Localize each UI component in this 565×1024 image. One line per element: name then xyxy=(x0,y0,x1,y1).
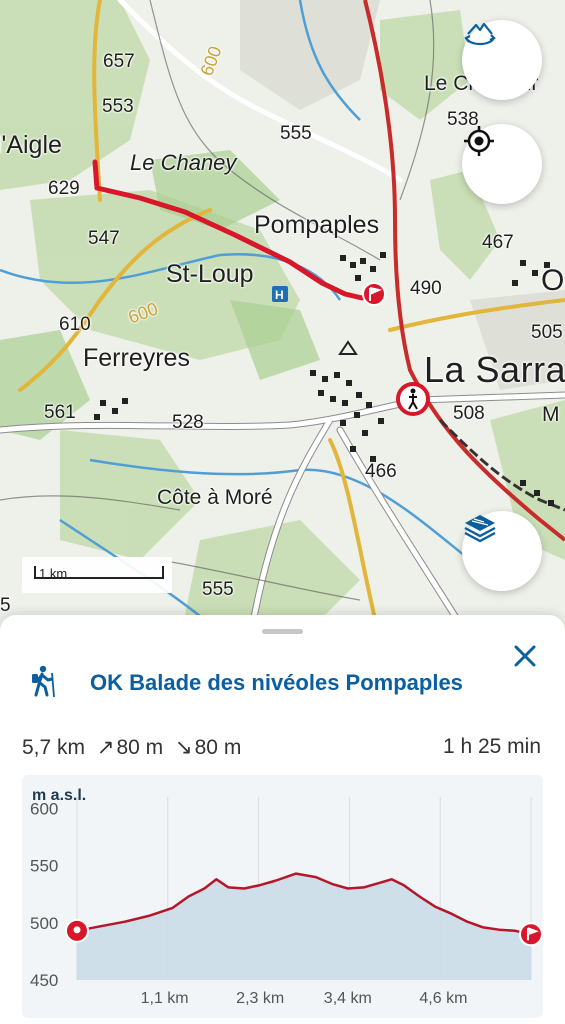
map-label-altitude: 490 xyxy=(410,278,442,299)
ascent-arrow-icon: ↗ xyxy=(96,736,115,759)
map-layers-button[interactable] xyxy=(462,511,542,591)
rotate-3d-button[interactable] xyxy=(462,20,542,100)
map-label-altitude: 5 xyxy=(0,595,11,616)
chart-y-axis-label: m a.s.l. xyxy=(32,787,87,804)
map-label-altitude: 508 xyxy=(453,403,485,424)
layers-icon xyxy=(464,515,496,543)
route-title: OK Balade des nivéoles Pompaples xyxy=(90,670,463,695)
map-scale-bar: 1 km xyxy=(22,557,172,593)
sheet-drag-handle[interactable] xyxy=(262,629,303,634)
map-label-altitude: 561 xyxy=(44,402,76,423)
map-label-altitude: 555 xyxy=(202,579,234,600)
y-tick-label: 450 xyxy=(30,971,58,990)
map-label-altitude: 610 xyxy=(59,314,91,335)
route-descent: 80 m xyxy=(194,736,242,759)
map-label-altitude: 466 xyxy=(365,461,397,482)
map-label-altitude: 547 xyxy=(88,228,120,249)
map-label-altitude: 629 xyxy=(48,178,80,199)
y-tick-label: 550 xyxy=(30,857,58,876)
route-duration: 1 h 25 min xyxy=(442,735,541,758)
x-tick-label: 1,1 km xyxy=(141,990,189,1007)
map-label-altitude: 657 xyxy=(103,51,135,72)
elevation-profile-canvas: 4505005506001,1 km 2,3 km 3,4 km 4,6 km xyxy=(30,797,543,1007)
route-stats: 5,7 km ↗80 m ↘80 m xyxy=(22,735,247,760)
map-label-m: M xyxy=(542,403,560,426)
scale-label: 1 km xyxy=(39,566,68,581)
route-ascent: 80 m xyxy=(116,736,164,759)
svg-text:H: H xyxy=(275,288,284,302)
y-tick-label: 500 xyxy=(30,914,58,933)
descent-arrow-icon: ↘ xyxy=(175,736,193,759)
x-tick-label: 3,4 km xyxy=(324,990,372,1007)
terrain-rotate-icon xyxy=(464,22,496,46)
route-distance: 5,7 km xyxy=(22,736,86,759)
map-label-altitude: 555 xyxy=(280,123,312,144)
map-label-pompaples: Pompaples xyxy=(254,211,380,239)
map-label-altitude: 553 xyxy=(102,96,134,117)
x-tick-label: 4,6 km xyxy=(419,990,467,1007)
map-label-altitude: 505 xyxy=(531,322,563,343)
route-end-flag-icon[interactable] xyxy=(362,282,386,306)
locate-me-button[interactable] xyxy=(462,124,542,204)
hiker-icon xyxy=(32,665,55,698)
route-detail-sheet: OK Balade des nivéoles Pompaples 5,7 km … xyxy=(0,615,565,1024)
map-label-la-sarraz: La Sarra xyxy=(424,349,565,390)
map-label-altitude: 467 xyxy=(482,232,514,253)
profile-area xyxy=(77,873,531,980)
map-label-ferreyres: Ferreyres xyxy=(83,344,190,372)
x-tick-label: 2,3 km xyxy=(236,990,284,1007)
close-icon xyxy=(514,645,536,667)
flag-icon xyxy=(519,922,543,947)
map-label-altitude: 528 xyxy=(172,412,204,433)
topo-map[interactable]: H 600 600 l'Aigle 657 553 629 Le Chaney … xyxy=(0,0,565,640)
map-label-aigle: l'Aigle xyxy=(0,131,62,159)
elevation-profile-chart[interactable]: m a.s.l. 450 500 550 600 1,1 km 2,3 km 3,4 km 4… xyxy=(22,775,543,1018)
location-pin-dot xyxy=(73,926,81,934)
map-label-le-chaney: Le Chaney xyxy=(130,150,237,175)
crosshair-icon xyxy=(464,126,494,156)
map-label-cote-a-more: Côte à Moré xyxy=(157,486,273,509)
close-button[interactable] xyxy=(508,639,542,673)
map-label-o: O xyxy=(541,264,565,297)
map-label-st-loup: St-Loup xyxy=(166,260,254,288)
